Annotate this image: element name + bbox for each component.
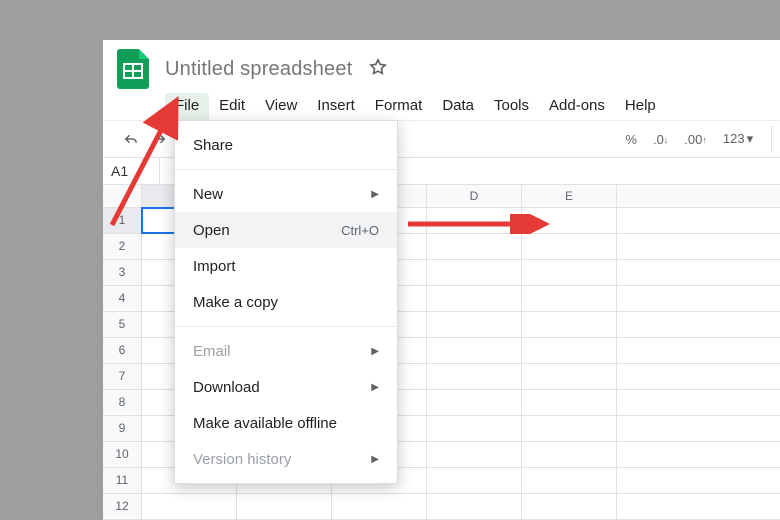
row-header-3[interactable]: 3 [103, 260, 142, 285]
cell-E9[interactable] [522, 416, 617, 441]
file-menu-open[interactable]: OpenCtrl+O [175, 212, 397, 248]
redo-button[interactable] [145, 125, 173, 153]
star-icon[interactable] [368, 57, 388, 82]
row-header-5[interactable]: 5 [103, 312, 142, 337]
menu-view[interactable]: View [255, 93, 307, 120]
cell-E10[interactable] [522, 442, 617, 467]
row-header-9[interactable]: 9 [103, 416, 142, 441]
chevron-right-icon: ▶ [371, 189, 379, 200]
sheets-logo-icon[interactable] [117, 49, 149, 89]
cell-D5[interactable] [427, 312, 522, 337]
menu-bar: FileEditViewInsertFormatDataToolsAdd-ons… [103, 92, 780, 120]
cell-D3[interactable] [427, 260, 522, 285]
menu-insert[interactable]: Insert [307, 93, 365, 120]
cell-D11[interactable] [427, 468, 522, 493]
cell-D1[interactable] [427, 208, 522, 233]
chevron-right-icon: ▶ [371, 454, 379, 465]
number-format[interactable]: 123▾ [715, 131, 761, 147]
cell-D12[interactable] [427, 494, 522, 519]
row-12: 12 [103, 494, 780, 520]
increase-decimal[interactable]: .00↑ [676, 132, 715, 147]
cell-E11[interactable] [522, 468, 617, 493]
cell-C12[interactable] [332, 494, 427, 519]
row-header-10[interactable]: 10 [103, 442, 142, 467]
cell-D2[interactable] [427, 234, 522, 259]
file-menu-download[interactable]: Download▶ [175, 369, 397, 405]
cell-D4[interactable] [427, 286, 522, 311]
chevron-right-icon: ▶ [371, 346, 379, 357]
row-header-11[interactable]: 11 [103, 468, 142, 493]
cell-E8[interactable] [522, 390, 617, 415]
file-menu-dropdown[interactable]: Share New▶OpenCtrl+OImportMake a copy Emai… [174, 120, 398, 484]
file-menu-new[interactable]: New▶ [175, 176, 397, 212]
cell-E1[interactable] [522, 208, 617, 233]
cell-E12[interactable] [522, 494, 617, 519]
cell-A12[interactable] [142, 494, 237, 519]
undo-button[interactable] [117, 125, 145, 153]
row-header-12[interactable]: 12 [103, 494, 142, 519]
menu-format[interactable]: Format [365, 93, 433, 120]
cell-E6[interactable] [522, 338, 617, 363]
row-header-7[interactable]: 7 [103, 364, 142, 389]
font-family-select[interactable]: Default (Ari...▾ [771, 126, 780, 152]
chevron-right-icon: ▶ [371, 382, 379, 393]
file-menu-share[interactable]: Share [175, 127, 397, 163]
row-header-4[interactable]: 4 [103, 286, 142, 311]
file-menu-import[interactable]: Import [175, 248, 397, 284]
cell-D10[interactable] [427, 442, 522, 467]
row-header-1[interactable]: 1 [103, 208, 142, 233]
cell-E5[interactable] [522, 312, 617, 337]
cell-E4[interactable] [522, 286, 617, 311]
file-menu-version-history: Version history▶ [175, 441, 397, 477]
col-header-E[interactable]: E [522, 185, 617, 207]
doc-header: Untitled spreadsheet [103, 40, 780, 92]
menu-edit[interactable]: Edit [209, 93, 255, 120]
row-header-6[interactable]: 6 [103, 338, 142, 363]
format-percent[interactable]: % [617, 132, 645, 147]
row-header-2[interactable]: 2 [103, 234, 142, 259]
select-all-corner[interactable] [103, 185, 142, 207]
cell-E7[interactable] [522, 364, 617, 389]
row-header-8[interactable]: 8 [103, 390, 142, 415]
menu-add-ons[interactable]: Add-ons [539, 93, 615, 120]
cell-E3[interactable] [522, 260, 617, 285]
cell-D8[interactable] [427, 390, 522, 415]
file-menu-email: Email▶ [175, 333, 397, 369]
cell-B12[interactable] [237, 494, 332, 519]
decrease-decimal[interactable]: .0↓ [645, 132, 676, 147]
menu-data[interactable]: Data [432, 93, 484, 120]
cell-D9[interactable] [427, 416, 522, 441]
name-box[interactable]: A1 [103, 158, 160, 184]
app-window: Untitled spreadsheet FileEditViewInsertF… [103, 40, 780, 520]
menu-tools[interactable]: Tools [484, 93, 539, 120]
file-menu-make-available-offline[interactable]: Make available offline [175, 405, 397, 441]
cell-E2[interactable] [522, 234, 617, 259]
file-menu-make-a-copy[interactable]: Make a copy [175, 284, 397, 320]
doc-title[interactable]: Untitled spreadsheet [165, 58, 352, 81]
menu-file[interactable]: File [165, 93, 209, 120]
menu-help[interactable]: Help [615, 93, 666, 120]
cell-D7[interactable] [427, 364, 522, 389]
col-header-D[interactable]: D [427, 185, 522, 207]
cell-D6[interactable] [427, 338, 522, 363]
